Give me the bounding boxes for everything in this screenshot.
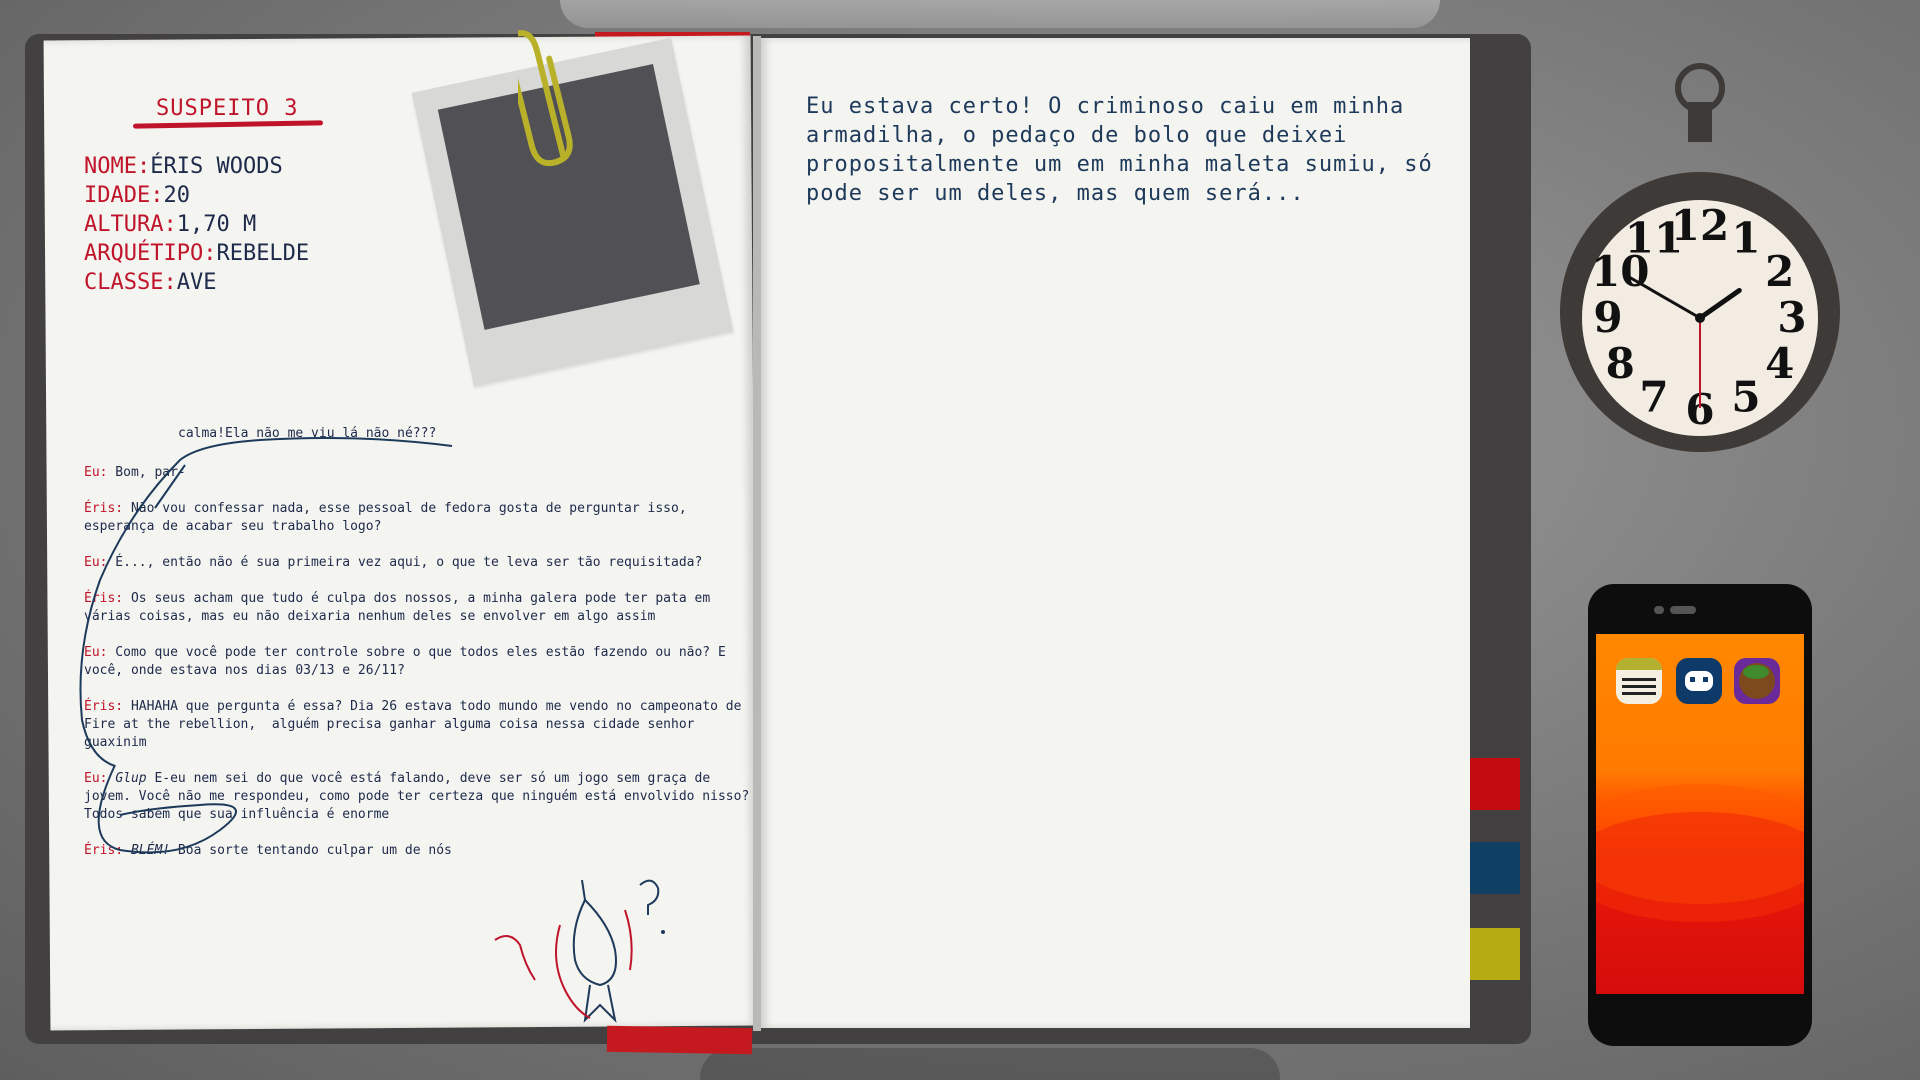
background-shadow-top [560, 0, 1440, 28]
field-archetype: ARQUÉTIPO:REBELDE [84, 239, 309, 268]
field-class: CLASSE:AVE [84, 268, 309, 297]
tab-olive[interactable] [1470, 928, 1520, 980]
speaker-label: Éris: [84, 591, 124, 606]
speaker-label: Eu: [84, 771, 108, 786]
speaker-label: Éris: [84, 501, 124, 516]
transcript-line: Eu: Bom, par- [84, 464, 754, 482]
field-value: 20 [163, 183, 190, 208]
bird-doodle [494, 879, 665, 1024]
smartphone[interactable] [1588, 584, 1812, 1046]
speaker-label: Eu: [84, 645, 108, 660]
speaker-label: Éris: [84, 843, 124, 858]
ribbon-bookmark-bottom [606, 1025, 753, 1055]
clock-numeral: 8 [1606, 339, 1635, 388]
line-text: Como que você pode ter controle sobre o … [84, 645, 734, 678]
line-text: Boa sorte tentando culpar um de nós [170, 843, 452, 858]
watch-pin [1695, 313, 1705, 323]
transcript-line: Eu: É..., então não é sua primeira vez a… [84, 554, 754, 572]
line-text: É..., então não é sua primeira vez aqui,… [107, 555, 703, 570]
field-label: ALTURA: [84, 212, 177, 237]
watch-crown [1688, 102, 1712, 142]
notes-app-icon[interactable] [1616, 658, 1662, 704]
transcript-line: Éris: BLÉM! Boa sorte tentando culpar um… [84, 842, 754, 860]
field-age: IDADE:20 [84, 181, 309, 210]
field-label: IDADE: [84, 183, 164, 208]
tab-red[interactable] [1470, 758, 1520, 810]
suspect-title: SUSPEITO 3 [156, 96, 299, 121]
line-text: Os seus acham que tudo é culpa dos nosso… [84, 591, 718, 624]
transcript-line: Éris: HAHAHA que pergunta é essa? Dia 26… [84, 698, 754, 752]
field-label: ARQUÉTIPO: [84, 241, 217, 266]
line-text: Não vou confessar nada, esse pessoal de … [84, 501, 695, 534]
line-text: Bom, par- [107, 465, 186, 480]
field-value: AVE [176, 270, 217, 295]
transcript-line: Eu: Glup E-eu nem sei do que você está f… [84, 770, 754, 824]
clock-numeral: 11 [1625, 213, 1683, 262]
tab-blue[interactable] [1470, 842, 1520, 894]
transcript-line: Eu: Como que você pode ter controle sobr… [84, 644, 754, 680]
suspect-fields: NOME:ÉRIS WOODS IDADE:20 ALTURA:1,70 M A… [84, 152, 309, 297]
clock-numeral: 3 [1777, 293, 1806, 342]
cat-face-app-icon[interactable] [1676, 658, 1722, 704]
emphasis-text: BLÉM! [130, 843, 171, 858]
field-value: ÉRIS WOODS [150, 154, 283, 179]
notebook-spine [753, 36, 761, 1031]
line-text: HAHAHA que pergunta é essa? Dia 26 estav… [84, 699, 750, 750]
phone-speaker [1670, 606, 1696, 614]
speaker-label: Éris: [84, 699, 124, 714]
globe-app-icon[interactable] [1734, 658, 1780, 704]
transcript-line: Éris: Os seus acham que tudo é culpa dos… [84, 590, 754, 626]
field-label: NOME: [84, 154, 151, 179]
pocket-watch: 12 1234567891011 [1560, 63, 1840, 452]
clock-numeral: 2 [1765, 247, 1794, 296]
screen-wave [1596, 812, 1804, 922]
phone-screen [1596, 634, 1804, 994]
field-label: CLASSE: [84, 270, 177, 295]
field-value: 1,70 M [176, 212, 257, 237]
field-value: REBELDE [216, 241, 310, 266]
speaker-label: Eu: [84, 465, 108, 480]
speaker-label: Eu: [84, 555, 108, 570]
clock-numeral: 5 [1731, 373, 1760, 422]
clock-numeral: 9 [1593, 293, 1622, 342]
journal-entry: Eu estava certo! O criminoso caiu em min… [806, 94, 1433, 206]
handwritten-note: calma!Ela não me viu lá não né??? [178, 426, 437, 441]
paperclip-icon [518, 30, 573, 167]
clock-numeral: 4 [1765, 339, 1794, 388]
emphasis-text: Glup [115, 771, 147, 786]
line-text: E-eu nem sei do que você está falando, d… [84, 771, 758, 822]
field-height: ALTURA:1,70 M [84, 210, 309, 239]
phone-camera [1654, 606, 1664, 614]
interrogation-transcript: Eu: Bom, par- Éris: Não vou confessar na… [84, 464, 754, 878]
background-shadow-bottom [700, 1048, 1280, 1080]
clock-numeral: 7 [1639, 373, 1668, 422]
transcript-line: Éris: Não vou confessar nada, esse pesso… [84, 500, 754, 536]
clock-numeral: 1 [1731, 213, 1760, 262]
field-name: NOME:ÉRIS WOODS [84, 152, 309, 181]
